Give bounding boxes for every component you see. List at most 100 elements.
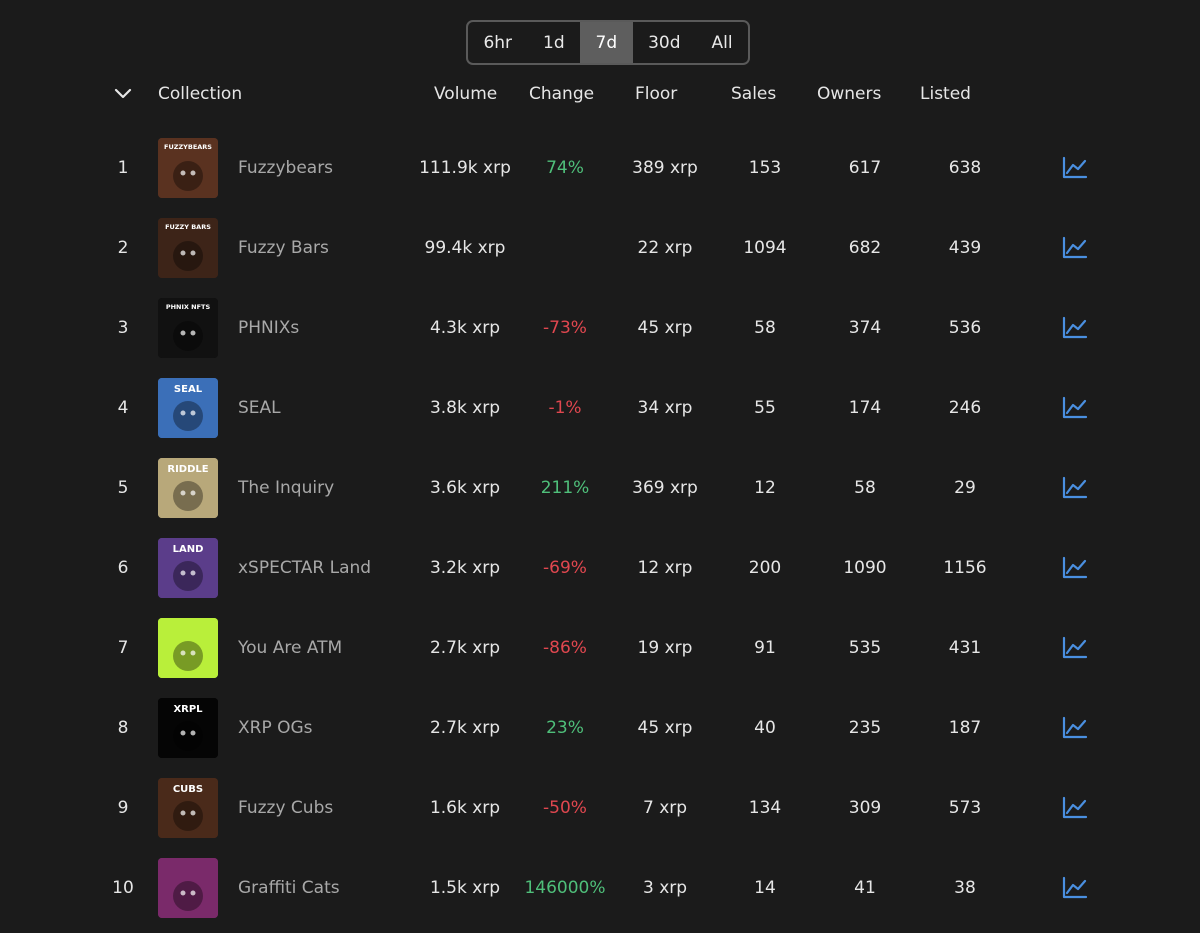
change-value: 146000% [524, 878, 606, 898]
owners-value: 617 [848, 158, 882, 178]
timeframe-1d-button[interactable]: 1d [528, 22, 581, 63]
trend-chart-icon[interactable] [1062, 156, 1088, 180]
listed-value: 439 [948, 238, 982, 258]
collection-thumbnail[interactable]: XRPL [158, 698, 218, 758]
collection-thumbnail[interactable]: LAND [158, 538, 218, 598]
owners-value: 374 [848, 318, 882, 338]
collection-name[interactable]: Fuzzybears [238, 158, 333, 178]
trend-chart-icon[interactable] [1062, 236, 1088, 260]
owners-value: 235 [848, 718, 882, 738]
trend-chart-icon[interactable] [1062, 796, 1088, 820]
rank-number: 4 [117, 398, 129, 418]
sales-value: 12 [754, 478, 776, 498]
collection-name[interactable]: PHNIXs [238, 318, 299, 338]
owners-value: 174 [848, 398, 882, 418]
collection-thumbnail[interactable] [158, 618, 218, 678]
thumbnail-logo-text: XRPL [173, 704, 203, 715]
change-value: -86% [543, 638, 587, 658]
timeframe-all-button[interactable]: All [696, 22, 748, 63]
volume-value: 1.6k xrp [429, 798, 501, 818]
table-row[interactable]: 6 LAND xSPECTAR Land 3.2k xrp -69% 12 xrp 200 1… [0, 528, 1200, 608]
owners-value: 1090 [843, 558, 887, 578]
sales-value: 91 [754, 638, 776, 658]
thumbnail-logo-text: LAND [173, 544, 204, 555]
header-change[interactable]: Change [529, 84, 594, 104]
table-row[interactable]: 3 PHNIX NFTS PHNIXs 4.3k xrp -73% 45 xrp 58 374… [0, 288, 1200, 368]
owners-value: 682 [848, 238, 882, 258]
change-value: -50% [543, 798, 587, 818]
floor-value: 34 xrp [637, 398, 693, 418]
sales-value: 153 [748, 158, 782, 178]
listed-value: 431 [948, 638, 982, 658]
collection-thumbnail[interactable]: SEAL [158, 378, 218, 438]
volume-value: 99.4k xrp [424, 238, 506, 258]
owners-value: 41 [854, 878, 876, 898]
header-owners[interactable]: Owners [817, 84, 881, 104]
header-volume[interactable]: Volume [434, 84, 497, 104]
volume-value: 2.7k xrp [429, 638, 501, 658]
trend-chart-icon[interactable] [1062, 716, 1088, 740]
floor-value: 389 xrp [632, 158, 698, 178]
sales-value: 55 [754, 398, 776, 418]
collection-thumbnail[interactable]: PHNIX NFTS [158, 298, 218, 358]
timeframe-6hr-button[interactable]: 6hr [468, 22, 528, 63]
table-row[interactable]: 8 XRPL XRP OGs 2.7k xrp 23% 45 xrp 40 235 187 [0, 688, 1200, 768]
rank-number: 8 [117, 718, 129, 738]
chevron-down-icon[interactable] [112, 84, 134, 104]
rank-number: 10 [112, 878, 134, 898]
header-collection[interactable]: Collection [158, 84, 242, 104]
collection-name[interactable]: You Are ATM [238, 638, 342, 658]
trend-chart-icon[interactable] [1062, 476, 1088, 500]
change-value: 211% [540, 478, 590, 498]
thumbnail-logo-text: FUZZYBEARS [164, 143, 212, 151]
listed-value: 638 [948, 158, 982, 178]
collection-thumbnail[interactable]: CUBS [158, 778, 218, 838]
table-row[interactable]: 10 Graffiti Cats 1.5k xrp 146000% 3 xrp 14 41 3… [0, 848, 1200, 928]
trend-chart-icon[interactable] [1062, 556, 1088, 580]
table-row[interactable]: 5 RIDDLE The Inquiry 3.6k xrp 211% 369 xrp 12 5… [0, 448, 1200, 528]
table-row[interactable]: 7 You Are ATM 2.7k xrp -86% 19 xrp 91 535 431 [0, 608, 1200, 688]
collection-thumbnail[interactable]: FUZZY BARS [158, 218, 218, 278]
table-row[interactable]: 9 CUBS Fuzzy Cubs 1.6k xrp -50% 7 xrp 134 309 57… [0, 768, 1200, 848]
listed-value: 246 [948, 398, 982, 418]
trend-chart-icon[interactable] [1062, 636, 1088, 660]
collection-thumbnail[interactable]: FUZZYBEARS [158, 138, 218, 198]
owners-value: 309 [848, 798, 882, 818]
floor-value: 12 xrp [637, 558, 693, 578]
owners-value: 535 [848, 638, 882, 658]
floor-value: 7 xrp [642, 798, 688, 818]
timeframe-30d-button[interactable]: 30d [633, 22, 696, 63]
thumbnail-logo-text: FUZZY BARS [165, 223, 211, 231]
header-listed[interactable]: Listed [920, 84, 971, 104]
owners-value: 58 [854, 478, 876, 498]
rank-number: 7 [117, 638, 129, 658]
change-value: 23% [546, 718, 584, 738]
collection-name[interactable]: The Inquiry [238, 478, 334, 498]
trend-chart-icon[interactable] [1062, 876, 1088, 900]
collection-name[interactable]: Graffiti Cats [238, 878, 340, 898]
volume-value: 4.3k xrp [429, 318, 501, 338]
rank-number: 1 [117, 158, 129, 178]
collection-thumbnail[interactable]: RIDDLE [158, 458, 218, 518]
listed-value: 187 [948, 718, 982, 738]
table-row[interactable]: 1 FUZZYBEARS Fuzzybears 111.9k xrp 74% 389 xr… [0, 128, 1200, 208]
table-row[interactable]: 4 SEAL SEAL 3.8k xrp -1% 34 xrp 55 174 246 [0, 368, 1200, 448]
floor-value: 19 xrp [637, 638, 693, 658]
volume-value: 3.6k xrp [429, 478, 501, 498]
trend-chart-icon[interactable] [1062, 396, 1088, 420]
change-value: -73% [543, 318, 587, 338]
header-sales[interactable]: Sales [731, 84, 776, 104]
collection-name[interactable]: Fuzzy Bars [238, 238, 329, 258]
trend-chart-icon[interactable] [1062, 316, 1088, 340]
collection-thumbnail[interactable] [158, 858, 218, 918]
change-value: -1% [548, 398, 582, 418]
volume-value: 2.7k xrp [429, 718, 501, 738]
header-floor[interactable]: Floor [635, 84, 677, 104]
collection-name[interactable]: xSPECTAR Land [238, 558, 371, 578]
timeframe-7d-button[interactable]: 7d [580, 22, 633, 63]
collection-name[interactable]: SEAL [238, 398, 281, 418]
collection-name[interactable]: XRP OGs [238, 718, 313, 738]
rank-number: 5 [117, 478, 129, 498]
collection-name[interactable]: Fuzzy Cubs [238, 798, 333, 818]
table-row[interactable]: 2 FUZZY BARS Fuzzy Bars 99.4k xrp 22 xrp 1094… [0, 208, 1200, 288]
